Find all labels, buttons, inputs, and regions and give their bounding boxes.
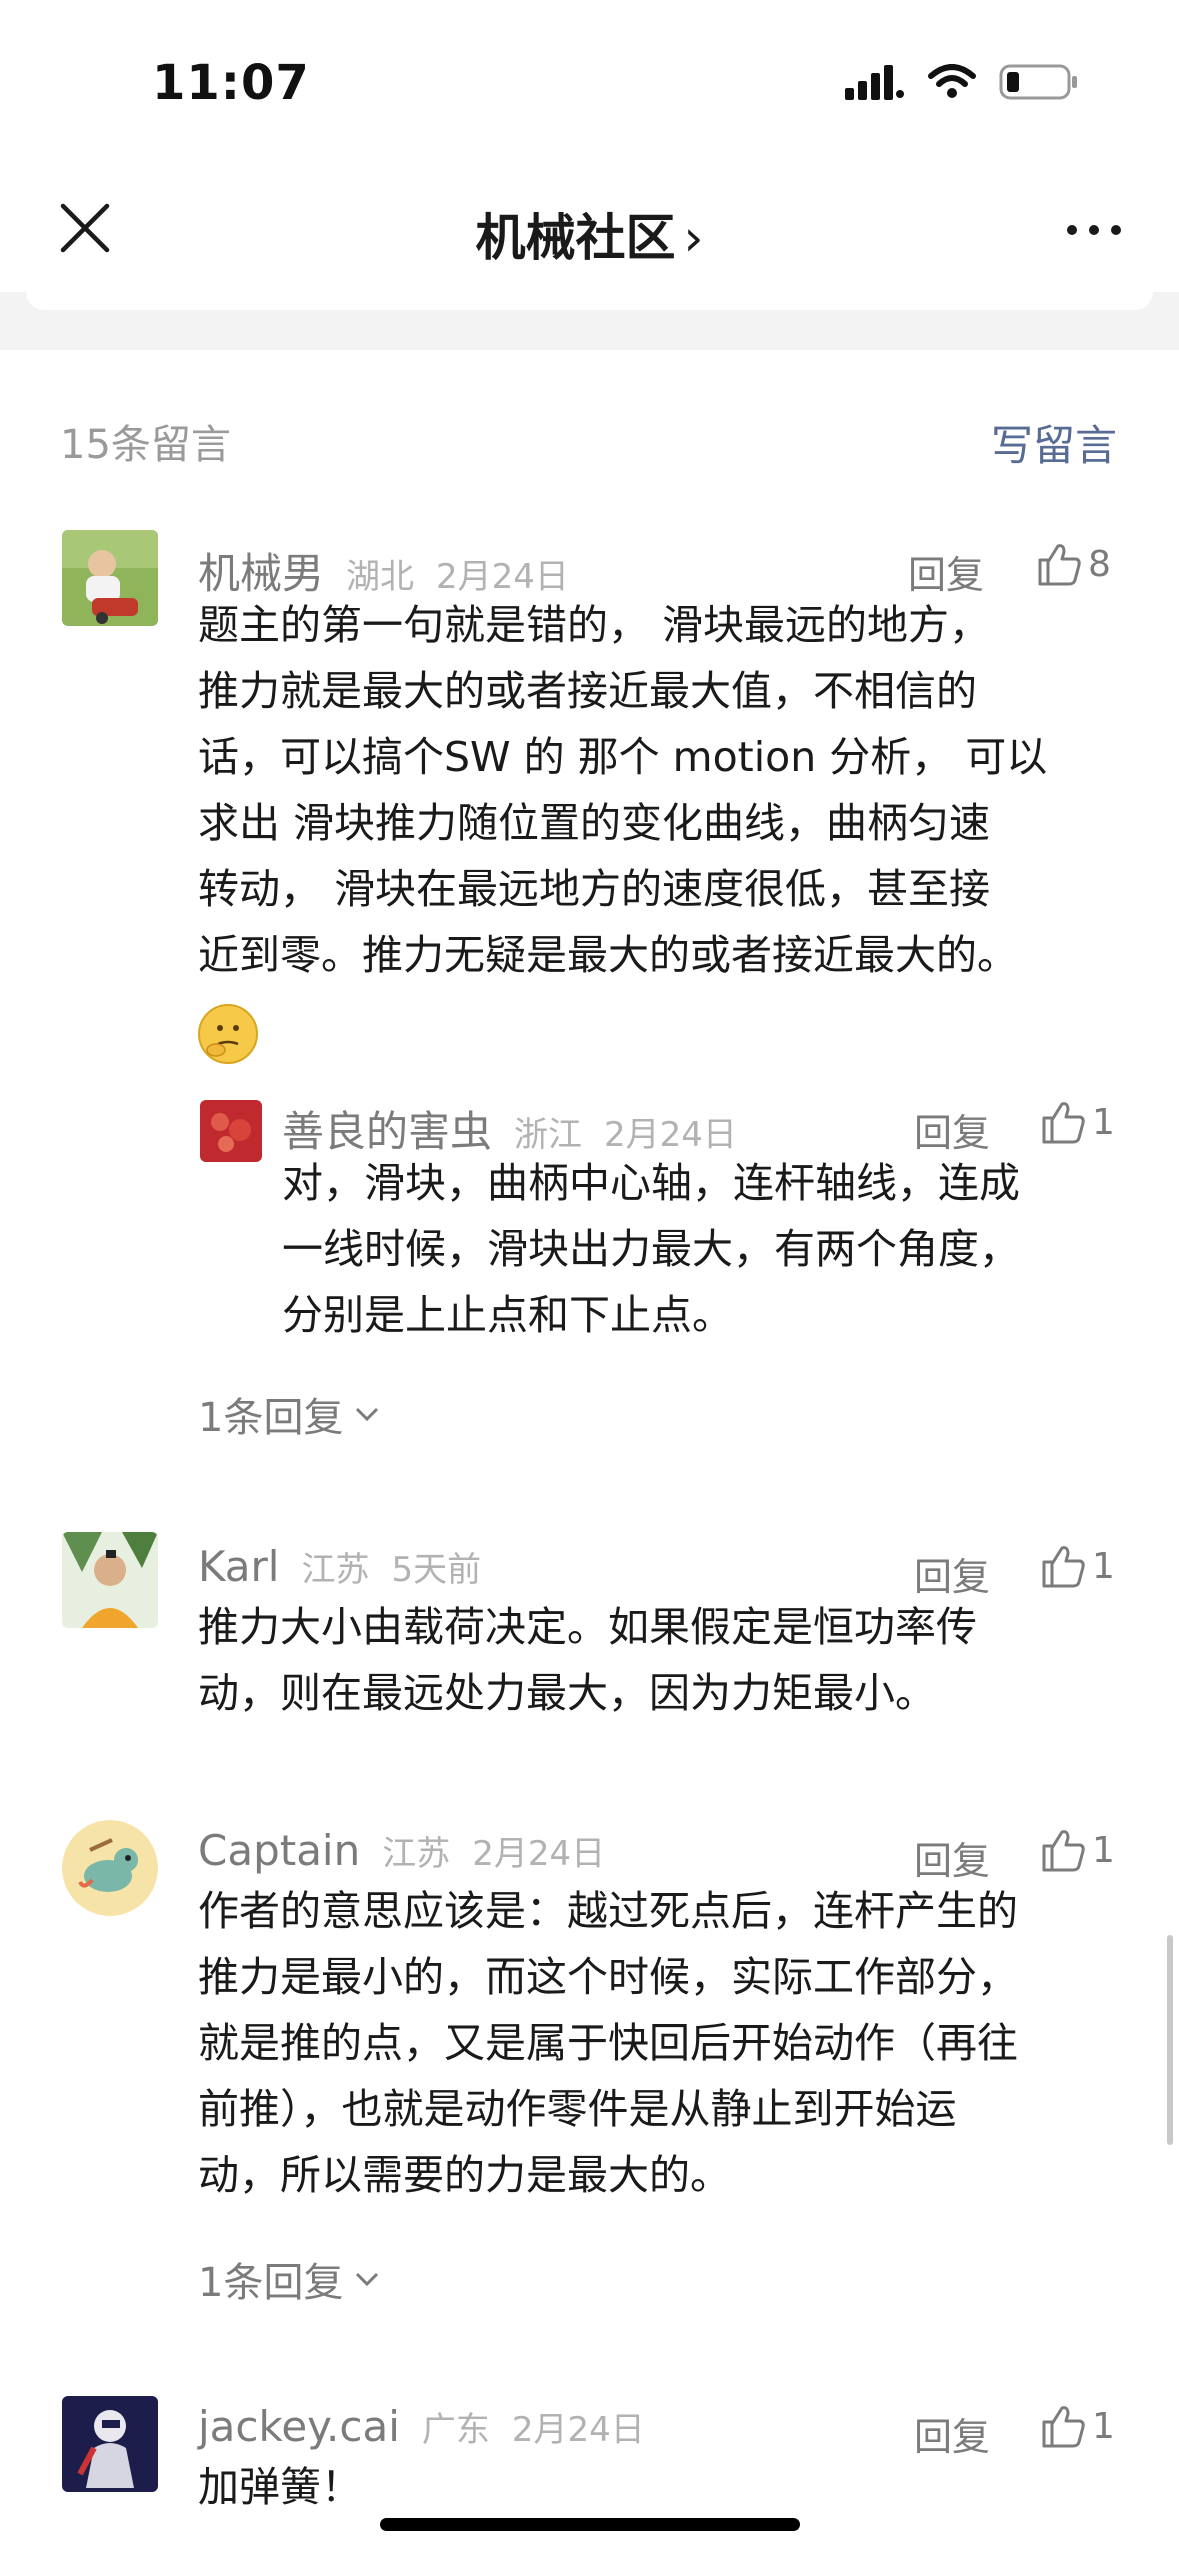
commenter-name[interactable]: Karl: [198, 1542, 279, 1591]
commenter-region: 江苏: [301, 1550, 370, 1590]
chevron-down-icon: [356, 1407, 379, 1422]
reply-avatar[interactable]: [200, 1100, 262, 1162]
comment-date: 2月24日: [472, 1834, 606, 1874]
commenter-name[interactable]: jackey.cai: [198, 2402, 400, 2451]
thumbs-up-icon: [1042, 1102, 1085, 1144]
signal-icon: [845, 65, 904, 100]
comment-line: 推力就是最大的或者接近最大值，不相信的: [198, 667, 977, 715]
commenter-region: 湖北: [346, 557, 415, 597]
comment-meta: Captain 江苏 2月24日: [198, 1826, 627, 1875]
reply-line: 一线时候，滑块出力最大，有两个角度，: [282, 1225, 1020, 1273]
expand-replies-label: 1条回复: [198, 1395, 344, 1441]
wifi-icon: [928, 64, 976, 98]
battery-icon: [999, 64, 1077, 100]
status-bar: 11:07: [0, 0, 1179, 170]
status-time: 11:07: [152, 55, 310, 111]
comment-line: 转动， 滑块在最远地方的速度很低，甚至接: [198, 865, 991, 913]
comment-line: 近到零。推力无疑是最大的或者接近最大的。: [198, 931, 1018, 979]
thumbs-up-icon: [1042, 2406, 1085, 2448]
reply-button[interactable]: 回复: [914, 1102, 990, 1157]
comment-line: 动，则在最远处力最大，因为力矩最小。: [198, 1669, 936, 1717]
like-count: 8: [1088, 543, 1111, 585]
thumbs-up-icon: [1038, 544, 1081, 586]
reply-date: 2月24日: [604, 1115, 737, 1155]
comment-text: 推力大小由载荷决定。如果假定是恒功率传 动，则在最远处力最大，因为力矩最小。: [198, 1594, 977, 1726]
avatar[interactable]: [62, 1532, 158, 1628]
like-count: 1: [1092, 1101, 1115, 1143]
comment-count: 15条留言: [60, 422, 231, 468]
nav-bar: 机械社区 ›: [0, 170, 1179, 290]
like-button[interactable]: 1: [1040, 1100, 1115, 1144]
comment-date: 5天前: [391, 1550, 482, 1590]
commenter-region: 广东: [421, 2410, 490, 2450]
reply-text: 对，滑块，曲柄中心轴，连杆轴线，连成 一线时候，滑块出力最大，有两个角度， 分别…: [282, 1150, 1020, 1348]
expand-replies-button[interactable]: 1条回复: [198, 1385, 381, 1443]
like-count: 1: [1092, 2405, 1115, 2447]
like-button[interactable]: 1: [1040, 1828, 1115, 1872]
thumbs-up-icon: [1042, 1546, 1085, 1588]
more-icon[interactable]: [1064, 220, 1124, 240]
reply-button[interactable]: 回复: [908, 544, 984, 599]
like-count: 1: [1092, 1545, 1115, 1587]
article-card-edge: [26, 292, 1153, 310]
reply-region: 浙江: [514, 1115, 583, 1155]
avatar[interactable]: [62, 2396, 158, 2492]
comment-line: 题主的第一句就是错的， 滑块最远的地方，: [198, 601, 991, 649]
write-comment-button[interactable]: 写留言: [991, 412, 1117, 473]
scrollbar[interactable]: [1167, 1935, 1173, 2145]
chevron-right-icon: ›: [683, 209, 704, 267]
thumbs-up-icon: [1042, 1830, 1085, 1872]
reply-line: 对，滑块，曲柄中心轴，连杆轴线，连成: [282, 1159, 1020, 1207]
comment-line: 话，可以搞个SW 的 那个 motion 分析， 可以: [198, 733, 1048, 781]
reply-button[interactable]: 回复: [914, 1830, 990, 1885]
like-count: 1: [1092, 1829, 1115, 1871]
comment-text: 加弹簧！: [198, 2454, 362, 2520]
comment-line: 动，所以需要的力是最大的。: [198, 2151, 731, 2199]
commenter-region: 江苏: [382, 1834, 451, 1874]
comment-line: 就是推的点，又是属于快回后开始动作（再往: [198, 2019, 1018, 2067]
comment-line: 求出 滑块推力随位置的变化曲线，曲柄匀速: [198, 799, 991, 847]
comment-text: 作者的意思应该是：越过死点后，连杆产生的 推力是最小的，而这个时候，实际工作部分…: [198, 1878, 1018, 2208]
comment-date: 2月24日: [436, 557, 569, 597]
like-button[interactable]: 1: [1040, 1544, 1115, 1588]
page-title[interactable]: 机械社区 ›: [0, 198, 1179, 270]
reply-line: 分别是上止点和下止点。: [282, 1291, 733, 1339]
chevron-down-icon: [356, 2272, 379, 2287]
comment-line: 加弹簧！: [198, 2463, 362, 2511]
comment-date: 2月24日: [511, 2410, 645, 2450]
comment-meta: jackey.cai 广东 2月24日: [198, 2402, 667, 2451]
commenter-name[interactable]: Captain: [198, 1826, 360, 1875]
page-title-text: 机械社区: [475, 209, 676, 267]
comment-line: 推力是最小的，而这个时候，实际工作部分，: [198, 1953, 1018, 2001]
comment-line: 前推），也就是动作零件是从静止到开始运: [198, 2085, 957, 2133]
status-icons: [845, 62, 1079, 102]
comment-meta: Karl 江苏 5天前: [198, 1542, 503, 1591]
like-button[interactable]: 8: [1036, 542, 1111, 586]
comment-text: 题主的第一句就是错的， 滑块最远的地方， 推力就是最大的或者接近最大值，不相信的…: [198, 592, 1047, 988]
reply-button[interactable]: 回复: [914, 1546, 990, 1601]
home-indicator[interactable]: [380, 2518, 800, 2531]
expand-replies-label: 1条回复: [198, 2260, 344, 2306]
like-button[interactable]: 1: [1040, 2404, 1115, 2448]
expand-replies-button[interactable]: 1条回复: [198, 2250, 381, 2308]
thinking-emoji: [198, 1004, 258, 1064]
comment-line: 推力大小由载荷决定。如果假定是恒功率传: [198, 1603, 977, 1651]
avatar[interactable]: [62, 530, 158, 626]
avatar[interactable]: [62, 1820, 158, 1916]
comments-header: 15条留言 写留言: [0, 400, 1179, 480]
comment-line: 作者的意思应该是：越过死点后，连杆产生的: [198, 1887, 1018, 1935]
reply-button[interactable]: 回复: [914, 2406, 990, 2461]
